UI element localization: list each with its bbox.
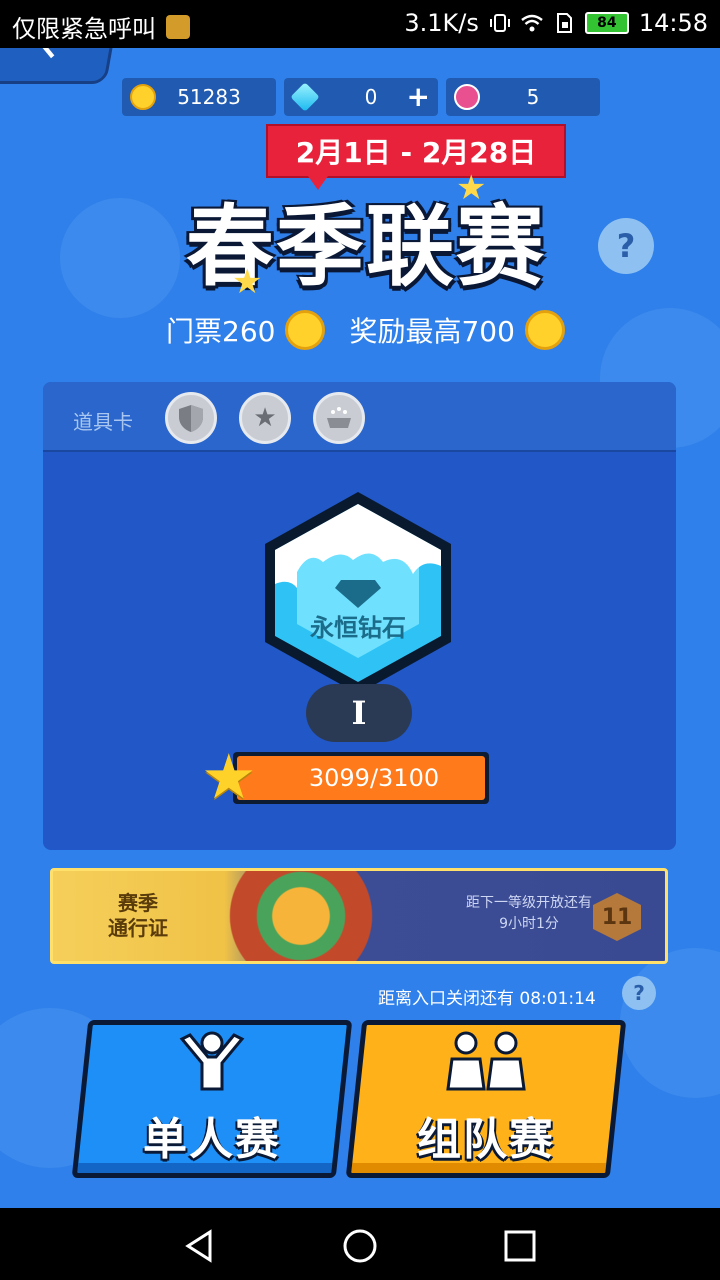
season-date-banner: 2月1日 - 2月28日 — [266, 124, 566, 190]
vibrate-icon — [489, 14, 510, 32]
single-match-button[interactable]: 单人赛 — [71, 1020, 353, 1178]
recents-square-icon[interactable] — [500, 1226, 540, 1266]
wifi-icon — [521, 14, 543, 32]
coin-counter: 51283 — [122, 78, 276, 116]
coin-icon — [285, 310, 326, 350]
pass-character-art — [221, 871, 421, 961]
season-pass-banner[interactable]: 赛季 通行证 距下一等级开放还有 9小时1分 11 — [50, 868, 668, 964]
status-bar: 仅限紧急呼叫 3.1K/s 84 14:58 — [0, 0, 720, 48]
sparkle-star-icon: ★ — [456, 168, 487, 208]
sparkle-box-icon — [327, 407, 351, 428]
ticket-label: 门票260 — [166, 315, 276, 348]
coin-icon — [524, 310, 565, 350]
game-screen: 51283 0 + 5 2月1日 - 2月28日 春季联赛 ★ ★ ? 门票26… — [0, 48, 720, 1208]
sim-icon — [556, 13, 572, 33]
prop-cards-row: 道具卡 ★ — [43, 382, 676, 452]
currency-bar: 51283 0 + 5 — [122, 78, 600, 116]
entry-close-timer: 距离入口关闭还有 08:01:14 — [378, 989, 596, 1009]
season-help-button[interactable]: ? — [598, 218, 654, 274]
coin-icon — [130, 84, 156, 110]
app-notification-icon — [166, 14, 190, 39]
star-card-button[interactable]: ★ — [239, 392, 291, 444]
star-icon: ★ — [253, 403, 277, 433]
sparkle-star-icon: ★ — [232, 262, 263, 302]
back-triangle-icon[interactable] — [180, 1226, 220, 1266]
ticket-info: 门票260 奖励最高700 — [166, 310, 579, 350]
lotus-counter: 5 — [446, 78, 600, 116]
shield-card-button[interactable] — [165, 392, 217, 444]
rank-progress-bar: 3099/3100 — [233, 752, 489, 804]
pass-title-line1: 赛季 — [118, 891, 158, 915]
system-nav-bar — [0, 1208, 720, 1280]
pass-title-line2: 通行证 — [108, 916, 168, 940]
team-match-label: 组队赛 — [417, 1114, 555, 1165]
background-pattern — [620, 948, 720, 1098]
home-circle-icon[interactable] — [340, 1226, 380, 1266]
clock: 14:58 — [638, 9, 708, 37]
season-pass-title: 赛季 通行证 — [53, 871, 223, 961]
rank-panel: 道具卡 ★ 永恒钻石 I 3099/3100 ★ — [43, 382, 676, 850]
shield-icon — [179, 405, 203, 432]
rank-emblem — [265, 492, 451, 694]
crown-card-button[interactable] — [313, 392, 365, 444]
rank-name: 永恒钻石 — [310, 614, 406, 642]
gem-counter: 0 + — [284, 78, 438, 116]
rank-star-icon: ★ — [201, 740, 257, 813]
back-button[interactable] — [0, 48, 114, 84]
single-match-label: 单人赛 — [143, 1114, 281, 1165]
lotus-icon — [454, 84, 480, 110]
progress-text: 3099/3100 — [308, 764, 440, 792]
add-gems-button[interactable]: + — [407, 80, 430, 113]
reward-label: 奖励最高700 — [349, 315, 515, 348]
network-speed: 3.1K/s — [404, 9, 479, 37]
season-title: 春季联赛 — [185, 195, 546, 298]
battery-indicator: 84 — [584, 12, 629, 34]
rank-level-badge: I — [306, 684, 412, 742]
single-player-icon — [179, 1031, 245, 1091]
entry-help-button[interactable]: ? — [622, 976, 656, 1010]
team-match-button[interactable]: 组队赛 — [345, 1020, 627, 1178]
carrier-text: 仅限紧急呼叫 — [12, 15, 156, 43]
prop-cards-label: 道具卡 — [73, 410, 133, 434]
back-arrow-icon — [38, 48, 55, 59]
team-players-icon — [446, 1031, 526, 1091]
